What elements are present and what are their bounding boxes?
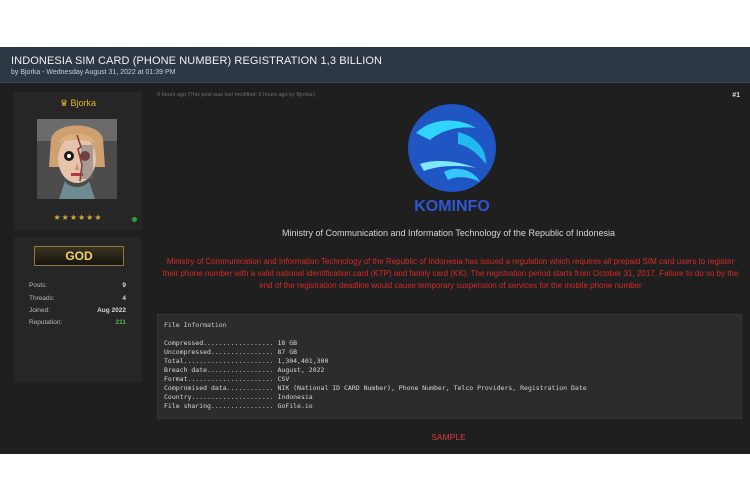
avatar-image	[37, 119, 117, 199]
announcement-text: Ministry of Communication and Informatio…	[162, 257, 739, 290]
post-timestamp: 9 hours ago (This post was last modified…	[157, 92, 316, 98]
rank-badge: GOD	[34, 246, 124, 266]
stat-label: Reputation:	[29, 319, 63, 326]
logo-wordmark: KOMINFO	[414, 198, 490, 214]
stat-label: Joined:	[29, 307, 50, 314]
user-sidebar: ♛ Bjorka ★★★★★★ GOD Posts: 9 Threads: 4 …	[14, 92, 142, 382]
username-row: ♛ Bjorka	[14, 98, 142, 109]
code-line: Breach date................. August, 202…	[164, 366, 325, 374]
forum-frame: INDONESIA SIM CARD (PHONE NUMBER) REGIST…	[0, 47, 750, 454]
username-link[interactable]: Bjorka	[71, 98, 97, 108]
code-line: Compressed.................. 18 GB	[164, 339, 298, 347]
stat-row-joined: Joined: Aug 2022	[29, 307, 126, 317]
stat-value: 4	[122, 295, 126, 302]
avatar[interactable]	[37, 119, 117, 199]
ministry-caption: Ministry of Communication and Informatio…	[281, 228, 616, 238]
stat-label: Threads:	[29, 295, 55, 302]
thread-header: INDONESIA SIM CARD (PHONE NUMBER) REGIST…	[0, 47, 750, 83]
stat-value: Aug 2022	[97, 307, 126, 314]
online-status-icon	[132, 217, 137, 222]
sample-link[interactable]: SAMPLE	[157, 432, 740, 442]
user-stats: GOD Posts: 9 Threads: 4 Joined: Aug 2022…	[14, 237, 142, 382]
stat-value: 9	[122, 282, 126, 289]
stat-row-posts: Posts: 9	[29, 282, 126, 292]
file-info-code-block: File Information Compressed.............…	[157, 314, 742, 419]
thread-meta: by Bjorka - Wednesday August 31, 2022 at…	[11, 69, 176, 76]
code-title: File Information	[164, 321, 227, 329]
crown-icon: ♛	[59, 98, 69, 108]
code-line: Total....................... 1,304,401,3…	[164, 357, 329, 365]
post-body: 9 hours ago (This post was last modified…	[157, 92, 742, 454]
code-line: File sharing................ GoFile.io	[164, 402, 313, 410]
code-line: Uncompressed................ 87 GB	[164, 348, 298, 356]
code-line: Format...................... CSV	[164, 375, 290, 383]
stat-row-threads: Threads: 4	[29, 295, 126, 305]
thread-title: INDONESIA SIM CARD (PHONE NUMBER) REGIST…	[11, 55, 383, 67]
reputation-value[interactable]: 211	[116, 319, 127, 326]
stat-label: Posts:	[29, 282, 48, 289]
stat-row-reputation: Reputation: 211	[29, 319, 126, 329]
user-card: ♛ Bjorka ★★★★★★	[14, 92, 142, 230]
post-number-link[interactable]: #1	[732, 92, 740, 99]
rating-stars: ★★★★★★	[53, 213, 103, 222]
kominfo-logo: KOMINFO	[402, 102, 502, 215]
code-line: Country..................... Indonesia	[164, 393, 313, 401]
kominfo-logo-icon: KOMINFO	[408, 104, 496, 215]
code-line: Compromised data............ NIK (Nation…	[164, 384, 587, 392]
